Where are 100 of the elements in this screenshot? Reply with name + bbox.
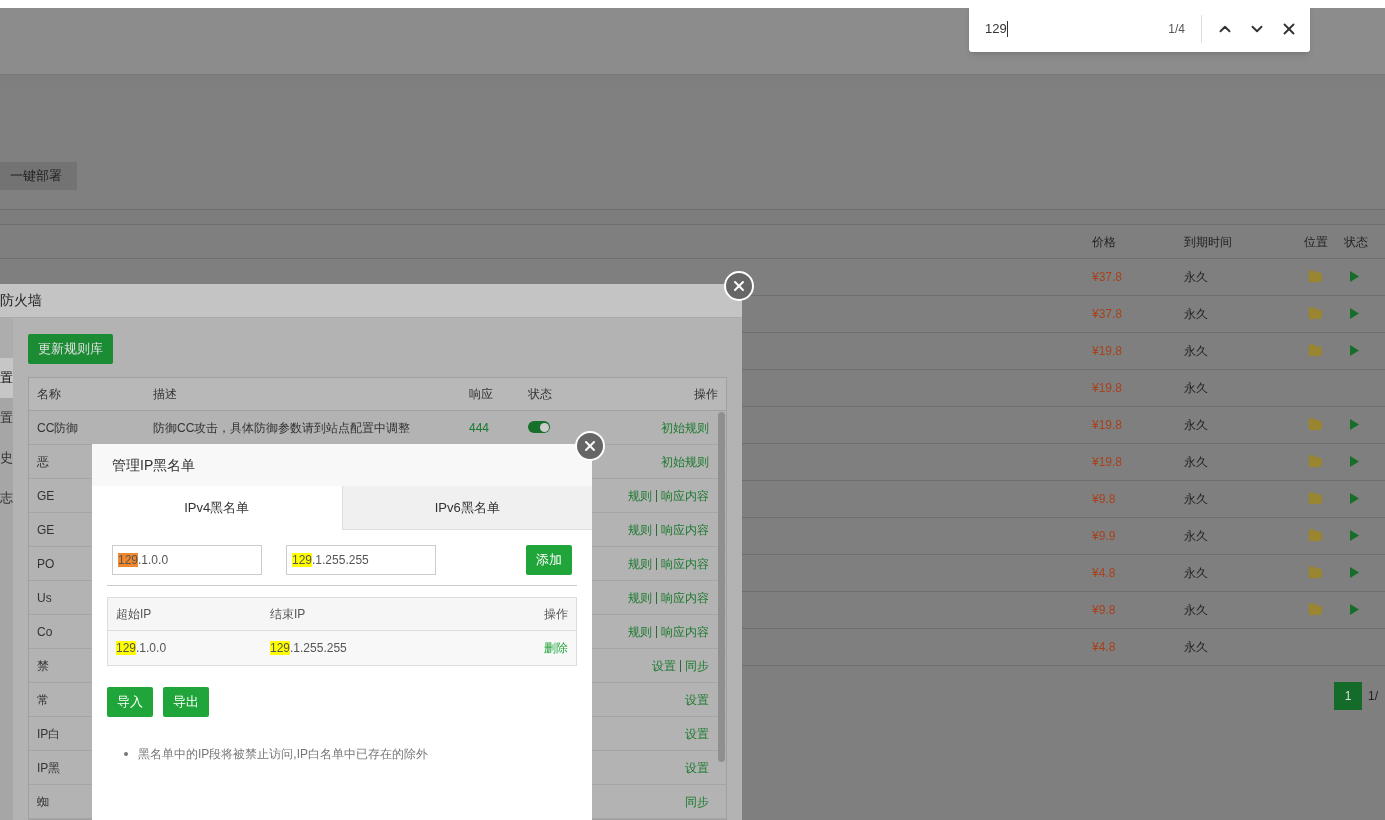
- sidebar-item[interactable]: 史: [0, 438, 13, 478]
- rule-name: GE: [37, 487, 55, 505]
- column-header: 名称: [37, 386, 61, 403]
- table-cell-text: 永久: [1184, 639, 1208, 656]
- column-header: 结束IP: [270, 606, 306, 623]
- table-cell-text: 永久: [1184, 343, 1208, 360]
- column-header: 位置: [1304, 233, 1328, 251]
- folder-icon[interactable]: [1308, 343, 1323, 358]
- play-icon[interactable]: [1350, 345, 1359, 356]
- rule-name: CC防御: [37, 419, 79, 437]
- folder-icon[interactable]: [1308, 602, 1323, 617]
- rule-name: 常: [37, 691, 49, 709]
- price-cell-text: ¥19.8: [1092, 343, 1123, 360]
- action-link[interactable]: 设置: [652, 656, 676, 675]
- action-link[interactable]: 规则: [628, 622, 652, 641]
- close-icon[interactable]: [731, 278, 747, 294]
- rule-name: IP黑: [37, 759, 61, 777]
- import-button[interactable]: 导入: [107, 687, 153, 717]
- column-header: 状态: [1344, 233, 1368, 251]
- play-icon[interactable]: [1350, 419, 1359, 430]
- play-icon[interactable]: [1350, 456, 1359, 467]
- close-icon[interactable]: [582, 438, 598, 454]
- folder-icon[interactable]: [1308, 528, 1323, 543]
- add-button[interactable]: 添加: [526, 545, 572, 575]
- action-link[interactable]: 规则: [628, 486, 652, 505]
- dialog-title: 防火墙: [0, 291, 42, 310]
- note-text: 黑名单中的IP段将被禁止访问,IP白名单中已存在的除外: [138, 746, 428, 763]
- table-cell-text: 永久: [1184, 380, 1208, 397]
- response-code: 444: [469, 420, 490, 435]
- action-link[interactable]: 设置: [685, 758, 709, 777]
- price-cell-text: ¥9.8: [1092, 491, 1116, 508]
- action-link[interactable]: 响应内容: [661, 486, 709, 505]
- table-cell-text: 永久: [1184, 565, 1208, 582]
- table-cell-text: 永久: [1184, 602, 1208, 619]
- toggle-switch[interactable]: [528, 421, 550, 433]
- price-cell-text: ¥19.8: [1092, 380, 1123, 397]
- column-header: 价格: [1092, 233, 1116, 251]
- end-ip-field[interactable]: 129.1.255.255: [286, 545, 436, 575]
- match-count: 1/4: [1168, 20, 1185, 38]
- action-link[interactable]: 设置: [685, 690, 709, 709]
- column-header: 响应: [469, 386, 493, 403]
- action-link[interactable]: 响应内容: [661, 622, 709, 641]
- sidebar-item[interactable]: [0, 318, 13, 358]
- action-link[interactable]: 同步: [685, 792, 709, 811]
- table-cell-text: 永久: [1184, 417, 1208, 434]
- folder-icon[interactable]: [1308, 417, 1323, 432]
- action-link[interactable]: 响应内容: [661, 554, 709, 573]
- folder-icon[interactable]: [1308, 269, 1323, 284]
- find-field[interactable]: 129: [985, 18, 1169, 39]
- play-icon[interactable]: [1350, 567, 1359, 578]
- update-rules-button[interactable]: 更新规则库: [28, 334, 113, 364]
- play-icon[interactable]: [1350, 530, 1359, 541]
- rule-name: 禁: [37, 657, 49, 675]
- price-cell-text: ¥9.8: [1092, 602, 1116, 619]
- column-header: 状态: [528, 386, 552, 403]
- action-link[interactable]: 响应内容: [661, 588, 709, 607]
- page-summary: 1/: [1368, 688, 1379, 705]
- rule-name: 恶: [37, 453, 49, 471]
- table-cell-text: 129.1.0.0: [116, 640, 168, 657]
- sidebar-item[interactable]: 志: [0, 478, 13, 518]
- table-cell-text: 永久: [1184, 269, 1208, 286]
- folder-icon[interactable]: [1308, 306, 1323, 321]
- action-link[interactable]: 规则: [628, 588, 652, 607]
- sidebar-item[interactable]: 置: [0, 398, 13, 438]
- action-link[interactable]: 同步: [685, 656, 709, 675]
- play-icon[interactable]: [1350, 308, 1359, 319]
- price-cell-text: ¥19.8: [1092, 417, 1123, 434]
- folder-icon[interactable]: [1308, 454, 1323, 469]
- table-cell-text: 永久: [1184, 454, 1208, 471]
- rule-name: 蜘: [37, 793, 49, 811]
- action-link[interactable]: 规则: [628, 520, 652, 539]
- table-cell-text: 永久: [1184, 528, 1208, 545]
- dialog-title: 管理IP黑名单: [112, 455, 196, 475]
- action-link[interactable]: 规则: [628, 554, 652, 573]
- rule-name: PO: [37, 555, 55, 573]
- play-icon[interactable]: [1350, 493, 1359, 504]
- column-header: 超始IP: [116, 606, 152, 623]
- column-header: 到期时间: [1184, 233, 1232, 251]
- action-link[interactable]: 响应内容: [661, 520, 709, 539]
- bullet-icon: [124, 752, 128, 756]
- export-button[interactable]: 导出: [163, 687, 209, 717]
- price-cell-text: ¥37.8: [1092, 306, 1123, 323]
- play-icon[interactable]: [1350, 604, 1359, 615]
- rule-name: GE: [37, 521, 55, 539]
- price-cell-text: ¥37.8: [1092, 269, 1123, 286]
- delete-link[interactable]: 删除: [544, 639, 568, 657]
- page-button[interactable]: 1: [1334, 682, 1362, 710]
- play-icon[interactable]: [1350, 271, 1359, 282]
- start-ip-field[interactable]: 129.1.0.0: [112, 545, 262, 575]
- action-link[interactable]: 初始规则: [661, 452, 709, 471]
- table-cell-text: 永久: [1184, 306, 1208, 323]
- table-cell-text: 永久: [1184, 491, 1208, 508]
- action-link[interactable]: 初始规则: [661, 418, 709, 437]
- folder-icon[interactable]: [1308, 491, 1323, 506]
- scrollbar[interactable]: [718, 412, 725, 762]
- action-link[interactable]: 设置: [685, 724, 709, 743]
- tab[interactable]: IPv6黑名单: [341, 486, 592, 530]
- folder-icon[interactable]: [1308, 565, 1323, 580]
- sidebar-item[interactable]: 置: [0, 358, 13, 398]
- column-header: 操作: [694, 386, 718, 403]
